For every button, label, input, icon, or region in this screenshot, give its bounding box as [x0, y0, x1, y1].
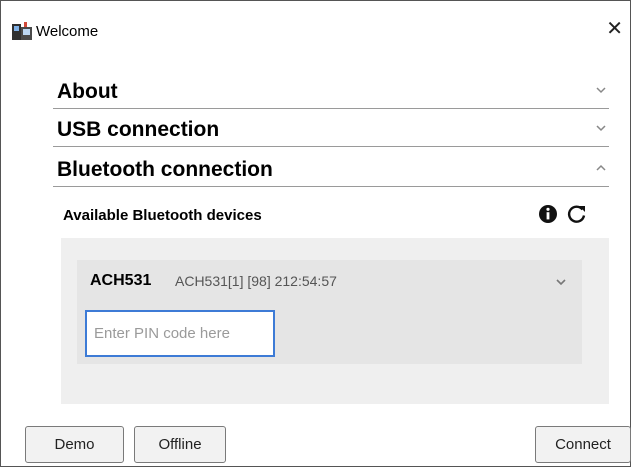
device-item-ach531[interactable]: ACH531 ACH531[1] [98] 212:54:57	[77, 260, 582, 364]
chevron-down-icon	[596, 125, 606, 132]
app-icon	[12, 22, 32, 40]
refresh-icon[interactable]	[566, 203, 588, 225]
title-bar: Welcome ✕	[1, 1, 630, 41]
available-devices-label: Available Bluetooth devices	[63, 207, 262, 224]
device-name: ACH531	[90, 272, 152, 289]
section-usb-label: USB connection	[57, 118, 220, 141]
welcome-window: Welcome ✕ About USB connection Bluetooth…	[0, 0, 631, 467]
section-usb-connection[interactable]: USB connection	[53, 110, 609, 147]
device-details: ACH531[1] [98] 212:54:57	[175, 273, 337, 289]
window-title: Welcome	[36, 23, 99, 40]
close-icon[interactable]: ✕	[606, 19, 623, 39]
chevron-down-icon	[596, 87, 606, 94]
connect-button[interactable]: Connect	[535, 426, 631, 463]
section-bluetooth-label: Bluetooth connection	[57, 158, 273, 181]
pin-code-input[interactable]	[85, 310, 275, 357]
chevron-down-icon[interactable]	[554, 275, 568, 289]
section-about[interactable]: About	[53, 72, 609, 109]
info-icon[interactable]	[538, 204, 558, 224]
demo-button[interactable]: Demo	[25, 426, 124, 463]
chevron-up-icon	[596, 164, 606, 171]
section-about-label: About	[57, 80, 118, 103]
section-bluetooth-connection[interactable]: Bluetooth connection	[53, 150, 609, 187]
offline-button[interactable]: Offline	[134, 426, 226, 463]
